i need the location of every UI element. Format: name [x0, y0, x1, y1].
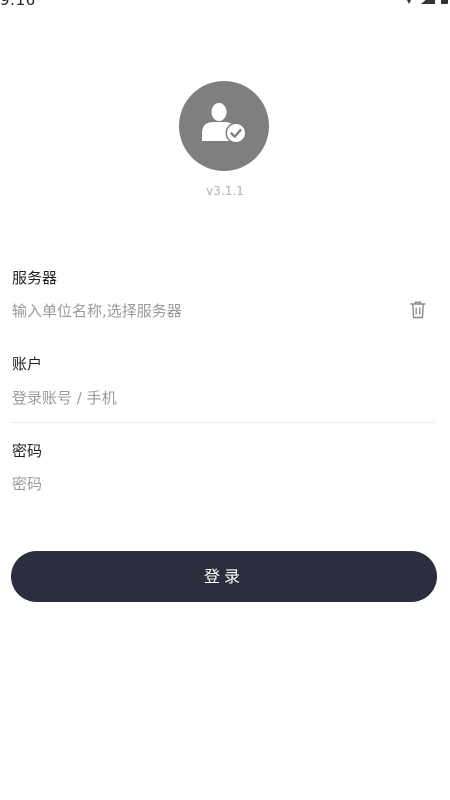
- battery-icon: [441, 0, 448, 4]
- status-icons: [403, 0, 448, 4]
- wifi-icon: [403, 0, 415, 4]
- app-version: v3.1.1: [206, 184, 244, 198]
- trash-icon[interactable]: [409, 300, 427, 320]
- account-input[interactable]: [12, 386, 392, 410]
- password-label: 密码: [12, 442, 43, 460]
- login-button[interactable]: 登录: [11, 551, 437, 602]
- signal-icon: [421, 0, 435, 4]
- status-time: 9:16: [0, 0, 36, 9]
- account-divider: [12, 422, 435, 423]
- account-label: 账户: [12, 355, 43, 373]
- server-input[interactable]: [12, 299, 392, 323]
- login-screen: 9:16 v3.1.1 服务器 账户 密码 登录: [0, 0, 450, 800]
- avatar: [179, 81, 269, 171]
- server-label: 服务器: [12, 269, 58, 287]
- user-verified-icon: [202, 103, 247, 144]
- password-input[interactable]: [12, 472, 392, 496]
- status-bar: 9:16: [0, 0, 450, 10]
